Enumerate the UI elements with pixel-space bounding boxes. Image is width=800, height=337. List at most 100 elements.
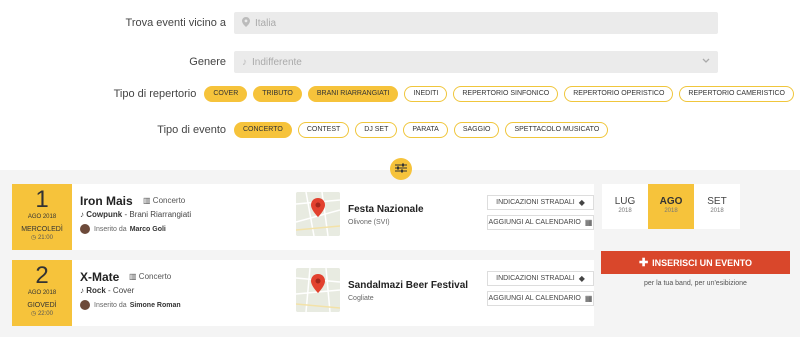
insert-event-label: INSERISCI UN EVENTO — [652, 257, 753, 268]
avatar — [80, 224, 90, 234]
filters-panel: Trova eventi vicino a Italia Genere ♪ In… — [0, 0, 800, 170]
event-genre-detail: - Cover — [108, 286, 135, 295]
event-genre-name: Cowpunk — [86, 210, 123, 219]
posted-by-label: Inserito da — [94, 225, 127, 233]
venue-town: Olivone (SVI) — [348, 219, 390, 226]
clock-icon: ◷ — [31, 311, 37, 317]
month-year: 2018 — [664, 208, 678, 214]
chip-cover[interactable]: COVER — [204, 86, 248, 102]
directions-label: INDICAZIONI STRADALI — [496, 199, 575, 206]
event-month-year: AGO 2018 — [27, 290, 57, 296]
insert-event-subtitle: per la tua band, per un'esibizione — [644, 280, 747, 287]
chip-repertorio-operistico[interactable]: REPERTORIO OPERISTICO — [564, 86, 674, 102]
genre-label: Genere — [189, 56, 226, 68]
tab-month-lug[interactable]: LUG 2018 — [602, 184, 648, 229]
chip-concerto[interactable]: CONCERTO — [234, 122, 292, 138]
tab-month-set[interactable]: SET 2018 — [694, 184, 740, 229]
month-name: AGO — [659, 196, 683, 207]
directions-button[interactable]: INDICAZIONI STRADALI ◆ — [487, 195, 594, 210]
month-year: 2018 — [618, 208, 632, 214]
stage-icon: ▥ — [143, 196, 151, 205]
chip-inediti[interactable]: INEDITI — [404, 86, 448, 102]
event-genre-detail: - Brani Riarrangiati — [124, 210, 192, 219]
event-time-value: 21:00 — [37, 235, 53, 241]
event-type-chips: CONCERTO CONTEST DJ SET PARATA SAGGIO SP… — [234, 122, 614, 138]
location-input[interactable]: Italia — [234, 12, 718, 34]
insert-event-button[interactable]: ✚ INSERISCI UN EVENTO — [601, 251, 790, 274]
map-pin-icon — [242, 16, 250, 30]
filter-genre-row: Genere ♪ Indifferente — [0, 51, 800, 73]
venue-map-thumbnail[interactable] — [296, 268, 340, 312]
add-to-calendar-button[interactable]: AGGIUNGI AL CALENDARIO ▦ — [487, 291, 594, 306]
event-time: ◷ 22:00 — [12, 310, 72, 317]
event-weekday: GIOVEDÌ — [27, 302, 57, 309]
event-genre-name: Rock — [86, 286, 106, 295]
chip-repertorio-cameristico[interactable]: REPERTORIO CAMERISTICO — [679, 86, 794, 102]
event-type-value: Concerto — [152, 196, 186, 205]
directions-icon: ◆ — [578, 274, 585, 283]
event-title[interactable]: Iron Mais — [80, 194, 133, 208]
chip-saggio[interactable]: SAGGIO — [453, 122, 500, 138]
posted-by-user[interactable]: Simone Roman — [130, 302, 181, 309]
directions-icon: ◆ — [578, 198, 585, 207]
clock-icon: ◷ — [31, 235, 37, 241]
event-date-box: 1 AGO 2018 MERCOLEDÌ ◷ 21:00 — [12, 184, 72, 250]
chevron-down-icon — [702, 56, 710, 66]
event-weekday: MERCOLEDÌ — [21, 226, 63, 233]
stage-icon: ▥ — [129, 272, 137, 281]
event-day: 2 — [35, 262, 49, 289]
month-year: 2018 — [710, 208, 724, 214]
repertoire-chips: COVER TRIBUTO BRANI RIARRANGIATI INEDITI… — [204, 86, 800, 102]
event-posted-by: Inserito da Simone Roman — [80, 300, 181, 310]
month-name: SET — [707, 196, 727, 207]
directions-label: INDICAZIONI STRADALI — [496, 275, 575, 282]
location-placeholder: Italia — [255, 17, 277, 29]
directions-button[interactable]: INDICAZIONI STRADALI ◆ — [487, 271, 594, 286]
chip-dj-set[interactable]: DJ SET — [355, 122, 398, 138]
filter-location-row: Trova eventi vicino a Italia — [0, 12, 800, 34]
event-month-year: AGO 2018 — [27, 214, 57, 220]
music-note-icon: ♪ — [80, 210, 84, 219]
filter-event-type-row: Tipo di evento CONCERTO CONTEST DJ SET P… — [0, 122, 800, 138]
repertoire-label: Tipo di repertorio — [113, 88, 197, 100]
posted-by-label: Inserito da — [94, 301, 127, 309]
genre-value: Indifferente — [252, 56, 302, 68]
filters-toggle-button[interactable] — [390, 158, 412, 180]
event-type-value: Concerto — [138, 272, 172, 281]
event-card[interactable]: 2 AGO 2018 GIOVEDÌ ◷ 22:00 X-Mate ▥ Conc… — [12, 260, 594, 326]
calendar-label: AGGIUNGI AL CALENDARIO — [488, 295, 581, 302]
location-label: Trova eventi vicino a — [125, 17, 226, 29]
genre-select[interactable]: ♪ Indifferente — [234, 51, 718, 73]
event-date-box: 2 AGO 2018 GIOVEDÌ ◷ 22:00 — [12, 260, 72, 326]
event-card[interactable]: 1 AGO 2018 MERCOLEDÌ ◷ 21:00 Iron Mais ▥… — [12, 184, 594, 250]
event-genre: ♪ Rock - Cover — [80, 286, 134, 295]
event-type: ▥ Concerto — [143, 196, 185, 205]
month-name: LUG — [614, 196, 636, 207]
event-time-value: 22:00 — [37, 311, 53, 317]
add-to-calendar-button[interactable]: AGGIUNGI AL CALENDARIO ▦ — [487, 215, 594, 230]
calendar-add-icon: ▦ — [584, 218, 593, 227]
posted-by-user[interactable]: Marco Goli — [130, 226, 166, 233]
event-posted-by: Inserito da Marco Goli — [80, 224, 166, 234]
chip-brani-riarrangiati[interactable]: BRANI RIARRANGIATI — [307, 86, 399, 102]
chip-tributo[interactable]: TRIBUTO — [253, 86, 302, 102]
tab-month-ago[interactable]: AGO 2018 — [648, 184, 694, 229]
venue-map-thumbnail[interactable] — [296, 192, 340, 236]
chip-spettacolo-musicato[interactable]: SPETTACOLO MUSICATO — [505, 122, 609, 138]
chip-contest[interactable]: CONTEST — [297, 122, 350, 138]
sliders-icon — [395, 163, 407, 176]
venue-name[interactable]: Sandalmazi Beer Festival — [348, 280, 468, 291]
venue-name[interactable]: Festa Nazionale — [348, 204, 424, 215]
calendar-label: AGGIUNGI AL CALENDARIO — [488, 219, 581, 226]
chip-parata[interactable]: PARATA — [403, 122, 448, 138]
calendar-add-icon: ▦ — [584, 294, 593, 303]
venue-town: Cogliate — [348, 295, 374, 302]
filter-repertoire-row: Tipo di repertorio COVER TRIBUTO BRANI R… — [0, 86, 800, 102]
events-section: 1 AGO 2018 MERCOLEDÌ ◷ 21:00 Iron Mais ▥… — [0, 170, 800, 337]
plus-icon: ✚ — [638, 257, 649, 269]
avatar — [80, 300, 90, 310]
event-title[interactable]: X-Mate — [80, 270, 119, 284]
event-type-label: Tipo di evento — [157, 124, 226, 136]
event-genre: ♪ Cowpunk - Brani Riarrangiati — [80, 210, 191, 219]
chip-repertorio-sinfonico[interactable]: REPERTORIO SINFONICO — [453, 86, 559, 102]
